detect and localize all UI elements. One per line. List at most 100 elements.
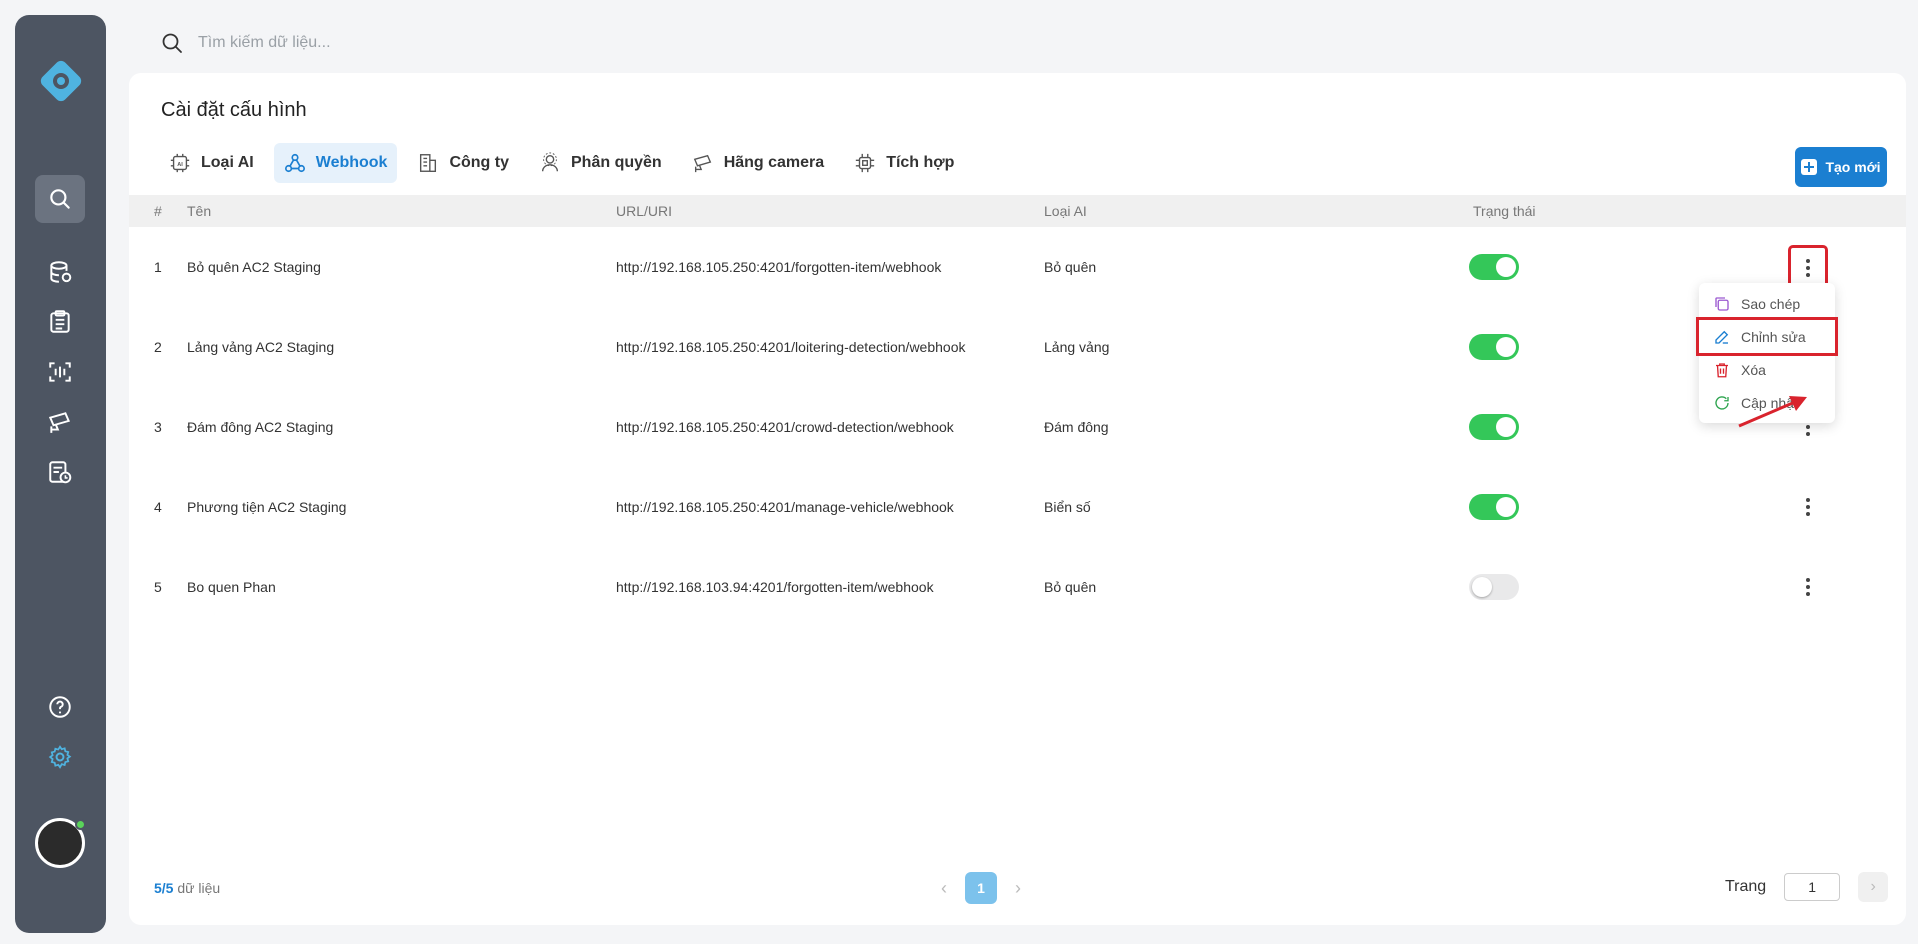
edit-icon <box>1715 330 1729 344</box>
tab-label: Webhook <box>315 154 388 171</box>
face-scan-icon <box>49 362 71 382</box>
row-ai-type: Đám đông <box>1044 419 1109 435</box>
create-button[interactable]: Tạo mới <box>1795 147 1887 187</box>
user-settings-icon <box>541 152 559 172</box>
row-index: 5 <box>154 579 162 595</box>
tab-label: Hãng camera <box>723 154 825 171</box>
report-nav-button[interactable] <box>35 298 85 346</box>
help-nav-button[interactable] <box>35 683 85 731</box>
menu-item-copy[interactable]: Sao chép <box>1699 287 1835 320</box>
row-index: 3 <box>154 419 162 435</box>
scan-nav-button[interactable] <box>35 348 85 396</box>
row-name: Bỏ quên AC2 Staging <box>187 259 321 275</box>
tab-integration[interactable]: Tích hợp <box>844 143 964 183</box>
tab-label: Loại AI <box>201 154 254 171</box>
search-input[interactable] <box>198 34 598 52</box>
row-ai-type: Bỏ quên <box>1044 579 1097 595</box>
page-jump-input[interactable] <box>1784 873 1841 901</box>
row-name: Bo quen Phan <box>187 579 276 595</box>
webhook-icon <box>284 153 305 173</box>
status-toggle[interactable] <box>1469 334 1519 360</box>
status-toggle[interactable] <box>1469 494 1519 520</box>
config-card: Cài đặt cấu hình AI Loại AI Webhook Công… <box>129 73 1906 925</box>
row-url: http://192.168.103.94:4201/forgotten-ite… <box>616 579 934 595</box>
settings-nav-button[interactable] <box>35 733 85 781</box>
row-ai-type: Bỏ quên <box>1044 259 1097 275</box>
app-logo[interactable] <box>35 55 87 107</box>
ai-chip-icon: AI <box>170 153 190 173</box>
row-url: http://192.168.105.250:4201/loitering-de… <box>616 339 966 355</box>
row-url: http://192.168.105.250:4201/crowd-detect… <box>616 419 954 435</box>
clipboard-list-icon <box>50 310 70 333</box>
cpu-icon <box>856 153 875 173</box>
row-url: http://192.168.105.250:4201/manage-vehic… <box>616 499 954 515</box>
tab-permissions[interactable]: Phân quyền <box>529 143 672 183</box>
table-row[interactable]: 1 Bỏ quên AC2 Staging http://192.168.105… <box>129 227 1906 307</box>
camera-nav-button[interactable] <box>35 398 85 446</box>
annotation-arrow-icon <box>1738 396 1807 428</box>
row-name: Lảng vảng AC2 Staging <box>187 339 335 355</box>
table-header: # Tên URL/URI Loại AI Trạng thái <box>129 195 1906 227</box>
record-count-shown: 5 <box>154 880 162 896</box>
avatar[interactable] <box>35 818 86 868</box>
page-jump: Trang › <box>1725 872 1889 902</box>
menu-item-delete[interactable]: Xóa <box>1699 353 1835 386</box>
row-actions-button[interactable] <box>1794 573 1822 601</box>
column-header-ai-type: Loại AI <box>1044 203 1087 219</box>
svg-text:AI: AI <box>177 162 183 168</box>
search-icon <box>162 33 182 53</box>
table-row[interactable]: 5 Bo quen Phan http://192.168.103.94:420… <box>129 547 1906 627</box>
trash-icon <box>1716 362 1728 377</box>
tab-company[interactable]: Công ty <box>407 143 519 183</box>
sidebar <box>15 15 106 933</box>
tab-camera-brand[interactable]: Hãng camera <box>682 143 835 183</box>
menu-item-edit[interactable]: Chỉnh sửa <box>1696 317 1838 356</box>
status-toggle[interactable] <box>1469 414 1519 440</box>
table-row[interactable]: 2 Lảng vảng AC2 Staging http://192.168.1… <box>129 307 1906 387</box>
row-actions-button[interactable] <box>1788 245 1828 291</box>
row-url: http://192.168.105.250:4201/forgotten-it… <box>616 259 942 275</box>
column-header-url: URL/URI <box>616 203 673 219</box>
row-index: 1 <box>154 259 162 275</box>
row-index: 2 <box>154 339 162 355</box>
cctv-camera-icon <box>48 412 70 433</box>
next-page-icon[interactable]: › <box>1015 878 1021 899</box>
database-nav-button[interactable] <box>35 248 85 296</box>
building-icon <box>420 154 437 172</box>
gear-icon <box>48 745 72 769</box>
cctv-camera-icon <box>693 154 711 173</box>
search-nav-button[interactable] <box>35 175 85 223</box>
row-ai-type: Lảng vảng <box>1044 339 1110 355</box>
document-clock-icon <box>49 461 72 484</box>
column-header-index: # <box>154 203 162 219</box>
tab-ai-type[interactable]: AI Loại AI <box>159 143 264 183</box>
page-number-button[interactable]: 1 <box>965 872 997 904</box>
tab-label: Công ty <box>449 154 509 171</box>
page-jump-next-button[interactable]: › <box>1858 872 1889 902</box>
table-row[interactable]: 4 Phương tiện AC2 Staging http://192.168… <box>129 467 1906 547</box>
search-icon <box>50 189 70 209</box>
database-icon <box>50 261 72 283</box>
tab-bar: AI Loại AI Webhook Công ty Phân quyền Hã… <box>159 143 964 183</box>
status-toggle[interactable] <box>1469 574 1519 600</box>
row-name: Phương tiện AC2 Staging <box>187 499 347 515</box>
table-row[interactable]: 3 Đám đông AC2 Staging http://192.168.10… <box>129 387 1906 467</box>
record-count-suffix: dữ liệu <box>173 880 221 896</box>
record-count: 5/5 dữ liệu <box>154 880 220 896</box>
column-header-status: Trạng thái <box>1473 203 1536 219</box>
copy-icon <box>1715 296 1729 311</box>
tab-webhook[interactable]: Webhook <box>273 143 398 183</box>
pagination: ‹ 1 › <box>941 872 1021 904</box>
status-toggle[interactable] <box>1469 254 1519 280</box>
refresh-icon <box>1715 395 1729 410</box>
column-header-name: Tên <box>187 203 212 219</box>
prev-page-icon[interactable]: ‹ <box>941 878 947 899</box>
row-name: Đám đông AC2 Staging <box>187 419 334 435</box>
plus-icon <box>1801 159 1818 175</box>
menu-item-label: Xóa <box>1741 361 1766 378</box>
menu-item-label: Sao chép <box>1741 295 1801 312</box>
row-actions-button[interactable] <box>1794 493 1822 521</box>
create-button-label: Tạo mới <box>1825 159 1881 175</box>
history-nav-button[interactable] <box>35 448 85 496</box>
search-bar <box>160 28 598 58</box>
